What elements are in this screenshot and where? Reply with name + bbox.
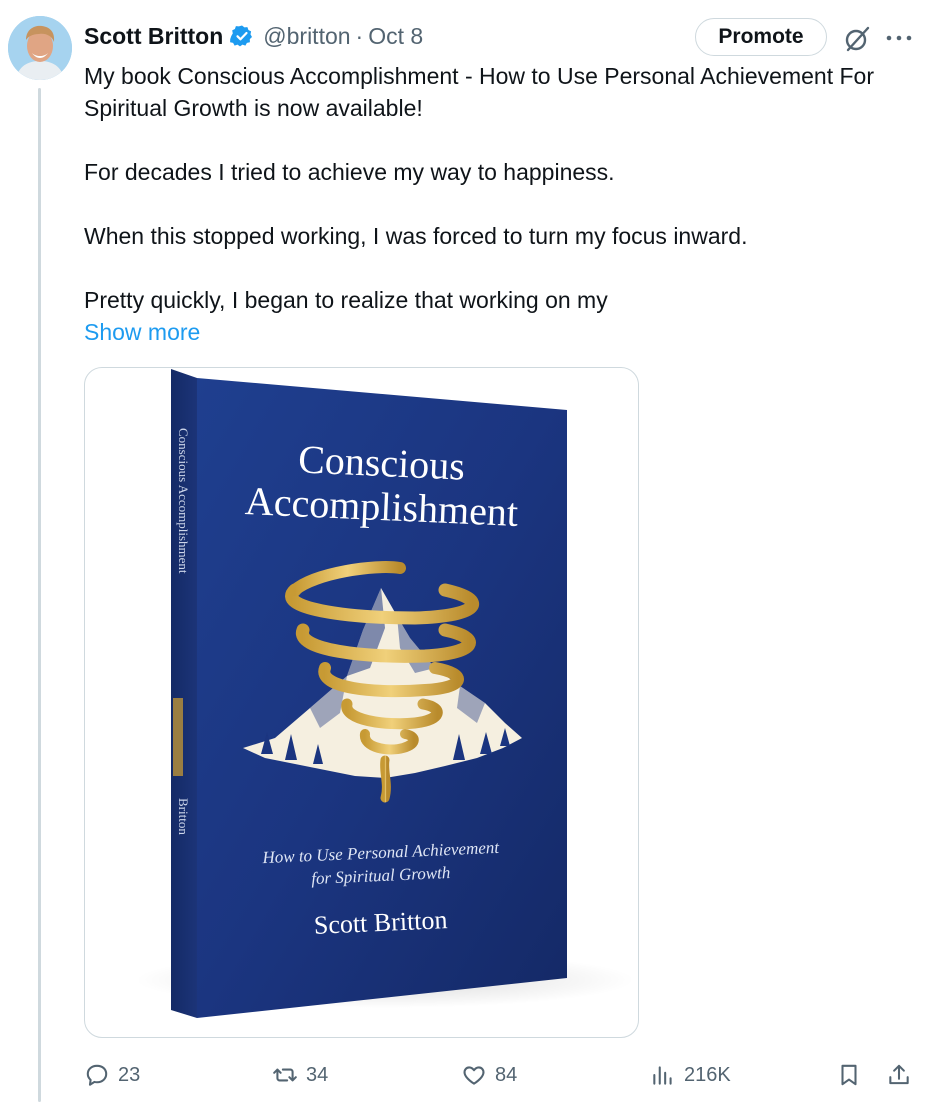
like-count: 84	[495, 1063, 518, 1086]
cover-author: Scott Britton	[313, 905, 448, 940]
spine-title: Conscious Accomplishment	[176, 428, 191, 574]
promote-button[interactable]: Promote	[695, 18, 827, 56]
like-button[interactable]: 84	[461, 1058, 517, 1092]
tweet-paragraph: My book Conscious Accomplishment - How t…	[84, 63, 874, 121]
avatar[interactable]	[8, 16, 72, 80]
reply-button[interactable]: 23	[84, 1058, 140, 1092]
show-more-link[interactable]: Show more	[84, 316, 914, 348]
views-button[interactable]: 216K	[650, 1058, 731, 1092]
more-icon[interactable]	[884, 28, 914, 48]
tweet-header: Scott Britton @britton · Oct 8	[84, 20, 423, 52]
share-button[interactable]	[886, 1058, 920, 1092]
bookmark-button[interactable]	[836, 1058, 870, 1092]
tweet-actions: 23 34 84 216K	[84, 1058, 924, 1092]
thread-line	[38, 88, 41, 1102]
grok-icon[interactable]	[842, 24, 872, 54]
reply-icon	[86, 1064, 108, 1086]
tweet-text: My book Conscious Accomplishment - How t…	[84, 60, 914, 348]
tweet-paragraph: When this stopped working, I was forced …	[84, 223, 748, 249]
views-count: 216K	[684, 1063, 731, 1086]
repost-icon	[273, 1068, 297, 1082]
repost-count: 34	[306, 1063, 329, 1086]
repost-button[interactable]: 34	[272, 1058, 328, 1092]
tweet-date[interactable]: Oct 8	[368, 23, 423, 50]
tweet-paragraph: For decades I tried to achieve my way to…	[84, 159, 615, 185]
reply-count: 23	[118, 1063, 141, 1086]
verified-badge-icon	[230, 25, 253, 47]
bookmark-icon	[841, 1064, 857, 1086]
separator-dot: ·	[355, 22, 364, 49]
tweet-paragraph: Pretty quickly, I began to realize that …	[84, 287, 608, 313]
spine-author: Britton	[176, 798, 191, 835]
book-cover-image: Conscious Accomplishment Britton Conscio…	[135, 369, 635, 1018]
author-name[interactable]: Scott Britton	[84, 23, 223, 50]
author-handle[interactable]: @britton	[263, 23, 350, 50]
share-icon	[889, 1064, 909, 1085]
views-icon	[653, 1066, 672, 1085]
avatar-portrait	[8, 16, 72, 80]
like-icon	[463, 1066, 485, 1085]
media-attachment[interactable]: Conscious Accomplishment Britton Conscio…	[84, 367, 639, 1038]
